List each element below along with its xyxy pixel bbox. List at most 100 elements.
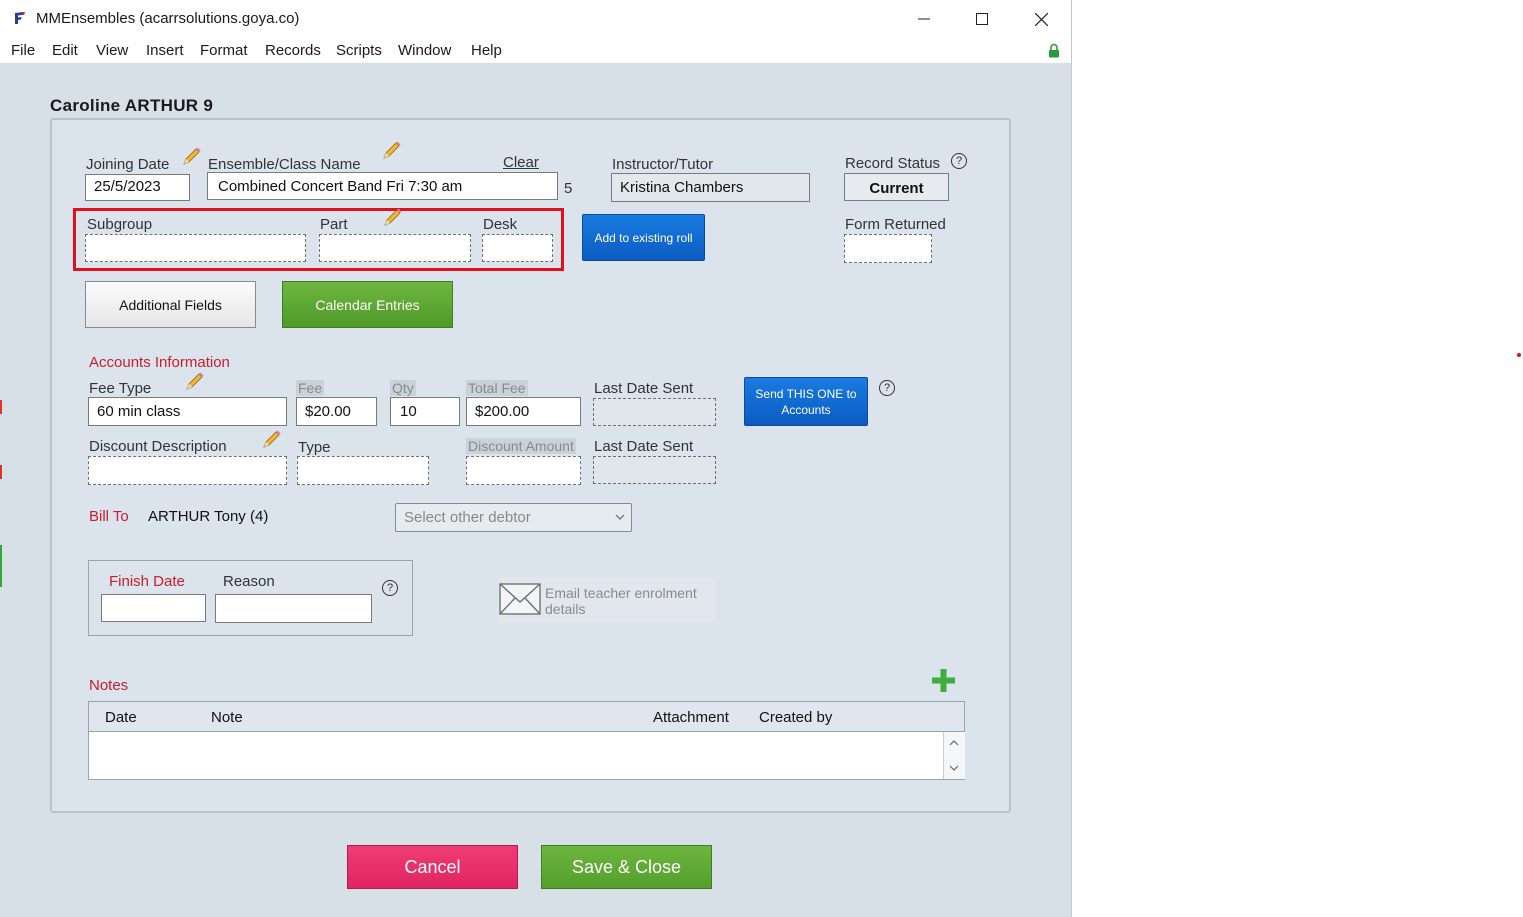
instructor-label: Instructor/Tutor <box>612 156 714 173</box>
chevron-down-icon <box>615 514 625 520</box>
minimize-icon <box>918 18 930 20</box>
pencil-icon[interactable] <box>180 146 202 168</box>
desk-field[interactable] <box>482 234 553 262</box>
subgroup-field[interactable] <box>85 234 306 262</box>
menu-scripts[interactable]: Scripts <box>336 42 382 59</box>
bill-to-value: ARTHUR Tony (4) <box>148 508 269 525</box>
app-window: MMEnsembles (acarrsolutions.goya.co) Fil… <box>0 0 1072 917</box>
subgroup-label: Subgroup <box>87 216 153 233</box>
bill-to-label: Bill To <box>89 508 129 525</box>
finish-date-field[interactable] <box>101 594 206 622</box>
part-label: Part <box>320 216 348 233</box>
help-icon[interactable]: ? <box>951 153 967 169</box>
close-window-button[interactable] <box>1012 0 1070 38</box>
part-field[interactable] <box>319 234 471 262</box>
debtor-select[interactable]: Select other debtor <box>395 503 632 532</box>
discount-type-field[interactable] <box>297 456 429 485</box>
reason-field[interactable] <box>215 594 372 623</box>
record-status-label: Record Status <box>845 155 941 172</box>
notes-column-date: Date <box>105 709 137 726</box>
notes-column-attachment: Attachment <box>653 709 729 726</box>
additional-fields-button[interactable]: Additional Fields <box>85 281 256 328</box>
menu-insert[interactable]: Insert <box>146 42 184 59</box>
pencil-icon[interactable] <box>183 371 205 393</box>
last-date-sent-label: Last Date Sent <box>594 380 694 397</box>
edge-marker <box>0 465 2 479</box>
edge-marker <box>0 545 2 587</box>
notes-list[interactable] <box>88 732 965 780</box>
joining-date-label: Joining Date <box>86 156 170 173</box>
calendar-entries-button[interactable]: Calendar Entries <box>282 281 453 328</box>
menu-bar: File Edit View Insert Format Records Scr… <box>0 38 1071 63</box>
ensemble-field[interactable]: Combined Concert Band Fri 7:30 am <box>207 172 558 200</box>
qty-field[interactable]: 10 <box>390 397 460 426</box>
fee-label: Fee <box>296 380 325 396</box>
lock-icon <box>1049 43 1059 58</box>
record-status-field[interactable]: Current <box>844 173 949 201</box>
chevron-down-icon[interactable] <box>949 765 959 772</box>
discount-last-date-sent-field[interactable] <box>593 456 716 484</box>
menu-file[interactable]: File <box>11 42 35 59</box>
discount-description-label: Discount Description <box>89 438 227 455</box>
menu-view[interactable]: View <box>96 42 128 59</box>
desk-label: Desk <box>483 216 518 233</box>
close-icon <box>1034 12 1048 26</box>
email-teacher-label: Email teacher enrolment details <box>545 585 697 617</box>
add-note-plus-icon[interactable] <box>932 669 955 692</box>
help-icon[interactable]: ? <box>382 580 398 596</box>
pencil-icon[interactable] <box>380 140 402 162</box>
maximize-button[interactable] <box>953 0 1011 38</box>
pencil-icon[interactable] <box>381 207 403 229</box>
fee-type-label: Fee Type <box>89 380 152 397</box>
save-close-button[interactable]: Save & Close <box>541 845 712 889</box>
qty-label: Qty <box>390 380 416 396</box>
menu-window[interactable]: Window <box>398 42 451 59</box>
finish-date-label: Finish Date <box>109 573 185 590</box>
send-to-accounts-button[interactable]: Send THIS ONE to Accounts <box>744 377 868 426</box>
total-fee-field[interactable]: $200.00 <box>466 397 581 426</box>
minimize-button[interactable] <box>895 0 953 38</box>
reason-label: Reason <box>223 573 275 590</box>
email-teacher-button[interactable]: Email teacher enrolment details <box>498 577 716 623</box>
edge-marker <box>0 400 2 414</box>
joining-date-field[interactable]: 25/5/2023 <box>85 174 190 201</box>
clear-link[interactable]: Clear <box>503 154 539 171</box>
menu-records[interactable]: Records <box>265 42 321 59</box>
notes-table-header: Date Note Attachment Created by <box>88 701 965 732</box>
maximize-icon <box>976 13 988 25</box>
accounts-section-label: Accounts Information <box>89 354 230 371</box>
add-to-roll-button[interactable]: Add to existing roll <box>582 214 705 261</box>
notes-scrollbar[interactable] <box>943 732 965 779</box>
notes-section-label: Notes <box>89 677 129 694</box>
notes-column-note: Note <box>211 709 243 726</box>
notes-column-created-by: Created by <box>759 709 833 726</box>
debtor-select-placeholder: Select other debtor <box>404 509 531 526</box>
discount-type-label: Type <box>298 439 331 456</box>
ensemble-count: 5 <box>564 180 573 197</box>
fee-field[interactable]: $20.00 <box>296 397 377 426</box>
chevron-up-icon[interactable] <box>949 739 959 746</box>
menu-edit[interactable]: Edit <box>52 42 78 59</box>
instructor-field[interactable]: Kristina Chambers <box>611 173 810 202</box>
title-bar: MMEnsembles (acarrsolutions.goya.co) <box>0 0 1071 38</box>
discount-last-date-sent-label: Last Date Sent <box>594 438 694 455</box>
help-icon[interactable]: ? <box>879 380 895 396</box>
pencil-icon[interactable] <box>260 429 282 451</box>
menu-help[interactable]: Help <box>471 42 502 59</box>
app-logo-icon <box>13 11 27 25</box>
discount-amount-field[interactable] <box>466 456 581 485</box>
cancel-button[interactable]: Cancel <box>347 845 518 889</box>
total-fee-label: Total Fee <box>466 380 528 396</box>
fee-type-field[interactable]: 60 min class <box>88 397 287 426</box>
envelope-icon <box>499 583 541 615</box>
menu-format[interactable]: Format <box>200 42 248 59</box>
red-dot <box>1517 353 1521 357</box>
discount-amount-label: Discount Amount <box>466 438 576 454</box>
page-title: Caroline ARTHUR 9 <box>50 96 214 115</box>
form-returned-field[interactable] <box>844 234 932 263</box>
window-title: MMEnsembles (acarrsolutions.goya.co) <box>36 10 300 27</box>
discount-description-field[interactable] <box>88 456 287 485</box>
last-date-sent-field[interactable] <box>593 398 716 426</box>
form-returned-label: Form Returned <box>845 216 946 233</box>
ensemble-label: Ensemble/Class Name <box>208 156 361 173</box>
